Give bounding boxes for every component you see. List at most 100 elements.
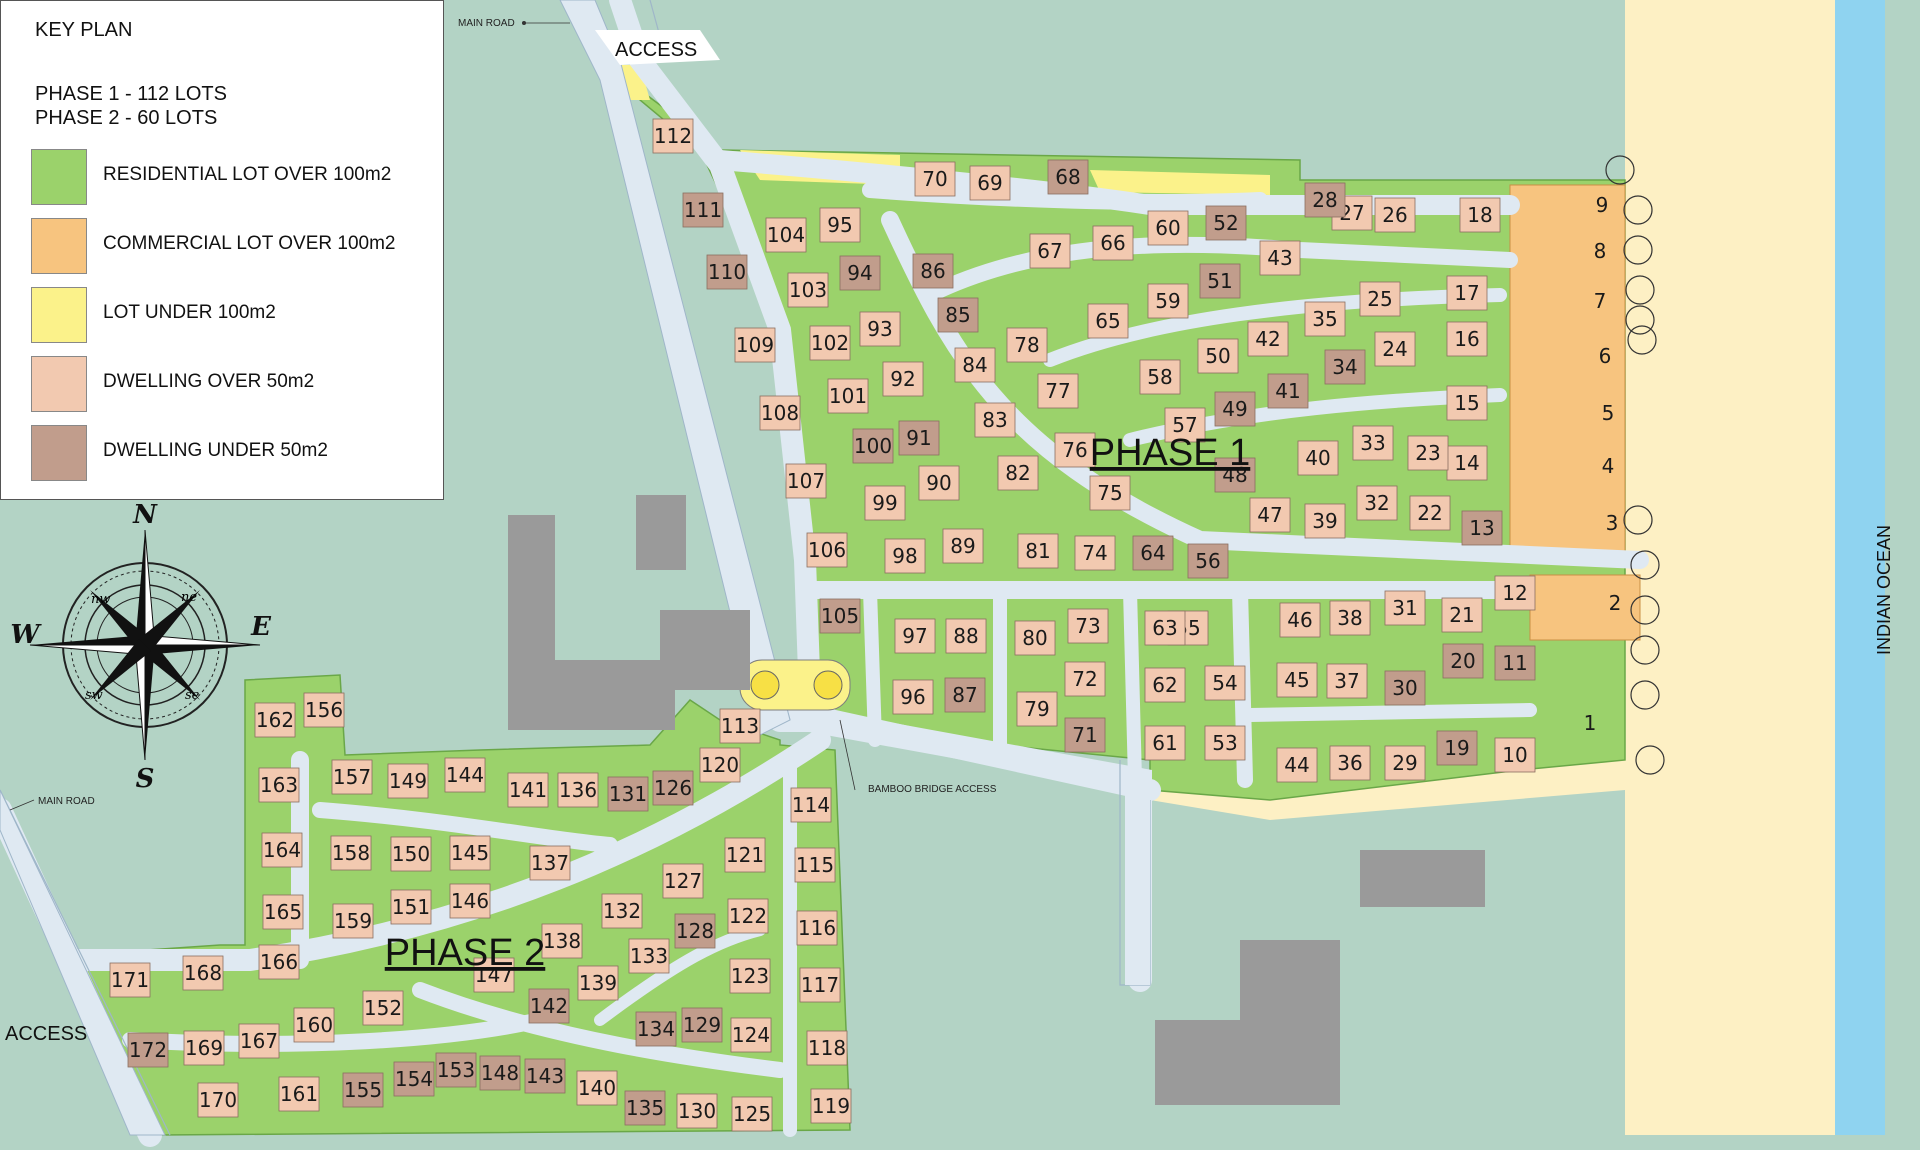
compass-nw: nw (91, 592, 111, 607)
ocean-label: INDIAN OCEAN (1874, 525, 1894, 655)
lot-number-171: 171 (111, 968, 149, 992)
lot-number-16: 16 (1454, 327, 1479, 351)
lot-number-58: 58 (1147, 365, 1172, 389)
lot-number-53: 53 (1212, 731, 1237, 755)
commercial-area (1509, 184, 1626, 556)
lot-number-26: 26 (1382, 203, 1407, 227)
lot-number-15: 15 (1454, 391, 1479, 415)
legend-item-residential: RESIDENTIAL LOT OVER 100m2 (31, 149, 431, 205)
lot-number-156: 156 (305, 698, 343, 722)
lot-number-116: 116 (798, 916, 836, 940)
lot-number-5: 5 (1602, 401, 1615, 425)
lot-number-148: 148 (481, 1061, 519, 1085)
commercial-area-lower (1529, 574, 1641, 641)
lot-number-28: 28 (1312, 188, 1337, 212)
legend-title: KEY PLAN (35, 19, 133, 41)
lot-number-82: 82 (1005, 461, 1030, 485)
lot-number-29: 29 (1392, 751, 1417, 775)
lot-number-155: 155 (344, 1078, 382, 1102)
lot-number-51: 51 (1207, 269, 1232, 293)
lot-number-151: 151 (392, 895, 430, 919)
lot-number-62: 62 (1152, 673, 1177, 697)
lot-number-168: 168 (184, 961, 222, 985)
compass-sw: sw (85, 688, 103, 703)
compass-n: N (132, 500, 158, 530)
lot-number-131: 131 (609, 782, 647, 806)
lot-number-132: 132 (603, 899, 641, 923)
lot-number-113: 113 (721, 714, 759, 738)
lot-number-152: 152 (364, 996, 402, 1020)
lot-number-160: 160 (295, 1013, 333, 1037)
lot-number-54: 54 (1212, 671, 1237, 695)
legend-swatch-small-lot (31, 287, 87, 343)
lot-number-169: 169 (185, 1036, 223, 1060)
lot-number-4: 4 (1602, 454, 1615, 478)
lot-number-49: 49 (1222, 397, 1247, 421)
lot-number-33: 33 (1360, 431, 1385, 455)
bamboo-bridge-label: BAMBOO BRIDGE ACCESS (868, 784, 997, 795)
lot-number-25: 25 (1367, 287, 1392, 311)
lot-number-144: 144 (446, 763, 484, 787)
legend-item-commercial: COMMERCIAL LOT OVER 100m2 (31, 218, 431, 274)
legend-item-dwelling-small: DWELLING UNDER 50m2 (31, 425, 431, 481)
lot-number-1: 1 (1584, 711, 1597, 735)
lot-number-70: 70 (922, 167, 947, 191)
lot-number-63: 63 (1152, 616, 1177, 640)
lot-number-10: 10 (1502, 743, 1527, 767)
lot-number-72: 72 (1072, 667, 1097, 691)
lot-number-129: 129 (683, 1013, 721, 1037)
lot-number-19: 19 (1444, 736, 1469, 760)
lot-number-84: 84 (962, 353, 987, 377)
lot-number-23: 23 (1415, 441, 1440, 465)
lot-number-34: 34 (1332, 355, 1357, 379)
lot-number-164: 164 (263, 838, 301, 862)
lot-number-94: 94 (847, 261, 872, 285)
lot-number-50: 50 (1205, 344, 1230, 368)
lot-number-32: 32 (1364, 491, 1389, 515)
lot-number-104: 104 (767, 223, 805, 247)
lot-number-89: 89 (950, 534, 975, 558)
lot-number-165: 165 (264, 900, 302, 924)
lot-number-103: 103 (789, 278, 827, 302)
legend-label-dwelling-small: DWELLING UNDER 50m2 (103, 440, 328, 461)
lot-number-66: 66 (1100, 231, 1125, 255)
lot-number-100: 100 (854, 434, 892, 458)
lot-number-56: 56 (1195, 549, 1220, 573)
lot-number-83: 83 (982, 408, 1007, 432)
lot-number-7: 7 (1594, 289, 1607, 313)
legend-label-small-lot: LOT UNDER 100m2 (103, 302, 276, 323)
lot-number-30: 30 (1392, 676, 1417, 700)
lot-number-45: 45 (1284, 668, 1309, 692)
lot-number-172: 172 (129, 1038, 167, 1062)
lot-number-85: 85 (945, 303, 970, 327)
lot-number-20: 20 (1450, 649, 1475, 673)
legend-item-small-lot: LOT UNDER 100m2 (31, 287, 431, 343)
lot-number-161: 161 (280, 1082, 318, 1106)
lot-number-114: 114 (792, 793, 830, 817)
lot-number-42: 42 (1255, 327, 1280, 351)
lot-number-78: 78 (1014, 333, 1039, 357)
lot-number-119: 119 (812, 1094, 850, 1118)
lot-number-22: 22 (1417, 501, 1442, 525)
lot-number-162: 162 (256, 708, 294, 732)
lot-number-110: 110 (708, 260, 746, 284)
lot-number-98: 98 (892, 544, 917, 568)
main-road-top-dot (522, 21, 526, 25)
lot-number-106: 106 (808, 538, 846, 562)
lot-number-91: 91 (906, 426, 931, 450)
lot-number-37: 37 (1334, 669, 1359, 693)
lot-number-150: 150 (392, 842, 430, 866)
legend-label-residential: RESIDENTIAL LOT OVER 100m2 (103, 164, 392, 185)
lot-number-75: 75 (1097, 481, 1122, 505)
legend-swatch-commercial (31, 218, 87, 274)
lot-number-60: 60 (1155, 216, 1180, 240)
lot-number-13: 13 (1469, 516, 1494, 540)
lot-number-2: 2 (1609, 591, 1622, 615)
lot-number-44: 44 (1284, 753, 1309, 777)
lot-number-102: 102 (811, 331, 849, 355)
lot-number-86: 86 (920, 259, 945, 283)
lot-number-111: 111 (684, 198, 722, 222)
lot-number-123: 123 (731, 964, 769, 988)
main-road-left-label: MAIN ROAD (38, 796, 95, 807)
lot-number-69: 69 (977, 171, 1002, 195)
